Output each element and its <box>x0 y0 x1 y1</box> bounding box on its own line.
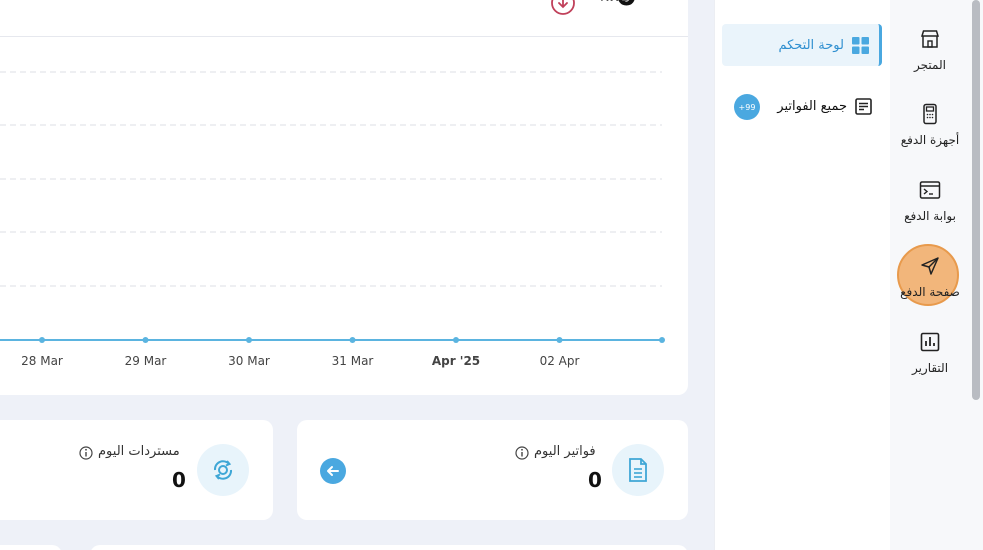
refunds-today-value: 0 <box>172 468 186 492</box>
arrow-left-button[interactable] <box>320 458 346 484</box>
document-list-icon <box>855 97 872 115</box>
refunds-today-title: مستردات اليوم <box>98 444 180 459</box>
pos-device-icon <box>923 103 937 125</box>
sidebar-item-dashboard[interactable]: لوحة التحكم <box>722 24 882 66</box>
rail-item-store[interactable]: المتجر <box>890 28 970 72</box>
terminal-icon <box>919 181 941 199</box>
data-point[interactable] <box>349 337 356 343</box>
invoices-today-card: فواتير اليوم 0 <box>297 420 688 520</box>
invoices-today-value: 0 <box>588 468 602 492</box>
info-icon[interactable] <box>79 446 93 460</box>
main-area: 0 KWD 28 Mar29 Mar30 Mar31 MarApr '2502 … <box>0 0 714 550</box>
rail-item-label: أجهزة الدفع <box>900 133 960 147</box>
invoices-today-title: فواتير اليوم <box>534 444 596 459</box>
secondary-sidebar: لوحة التحكم +99 جميع الفواتير <box>714 0 890 550</box>
x-tick-label: Apr '25 <box>432 354 480 368</box>
data-point[interactable] <box>659 337 665 343</box>
rail-item-label: المتجر <box>914 58 946 72</box>
x-tick-label: 02 Apr <box>540 354 580 368</box>
refunds-today-card: مستردات اليوم 0 <box>0 420 273 520</box>
arrow-left-icon <box>327 466 339 476</box>
rail-item-label: صفحة الدفع <box>900 285 960 299</box>
line-chart: 28 Mar 29 Mar 30 Mar 31 Mar Apr '25 02 Apr <box>0 71 665 368</box>
data-point[interactable] <box>453 337 459 343</box>
bottom-card-left <box>0 545 62 550</box>
rail-item-payment-page[interactable]: صفحة الدفع <box>890 255 970 299</box>
document-icon-circle <box>612 444 664 496</box>
sidebar-item-label: لوحة التحكم <box>778 37 844 53</box>
bottom-card-right <box>90 545 688 550</box>
scrollbar[interactable] <box>972 0 980 400</box>
data-point[interactable] <box>556 337 563 343</box>
rail-item-label: التقارير <box>911 361 949 375</box>
sidebar-item-all-invoices[interactable]: +99 جميع الفواتير <box>722 85 882 127</box>
rail-item-reports[interactable]: التقارير <box>890 331 970 375</box>
rail-item-payment-gateway[interactable]: بوابة الدفع <box>890 179 970 223</box>
info-icon[interactable] <box>515 446 529 460</box>
refresh-icon-circle <box>197 444 249 496</box>
data-point[interactable] <box>142 337 149 343</box>
store-icon <box>920 30 940 48</box>
grid-icon <box>852 36 869 54</box>
data-point[interactable] <box>39 337 45 343</box>
rail-item-payment-devices[interactable]: أجهزة الدفع <box>890 103 970 147</box>
sidebar-item-label: جميع الفواتير <box>777 98 847 114</box>
icon-rail: المتجر أجهزة الدفع بوابة الدفع صفحة الدف… <box>890 0 983 550</box>
x-tick-label: 28 Mar <box>21 354 63 368</box>
invoices-count-badge: +99 <box>734 94 760 120</box>
rail-item-label: بوابة الدفع <box>904 209 956 223</box>
bar-chart-icon <box>920 332 940 352</box>
refresh-icon <box>213 460 233 480</box>
x-tick-label: 30 Mar <box>228 354 270 368</box>
x-tick-label: 29 Mar <box>125 354 167 368</box>
data-point[interactable] <box>246 337 252 343</box>
x-tick-label: 31 Mar <box>332 354 374 368</box>
document-icon <box>629 458 647 482</box>
send-icon <box>921 257 939 275</box>
